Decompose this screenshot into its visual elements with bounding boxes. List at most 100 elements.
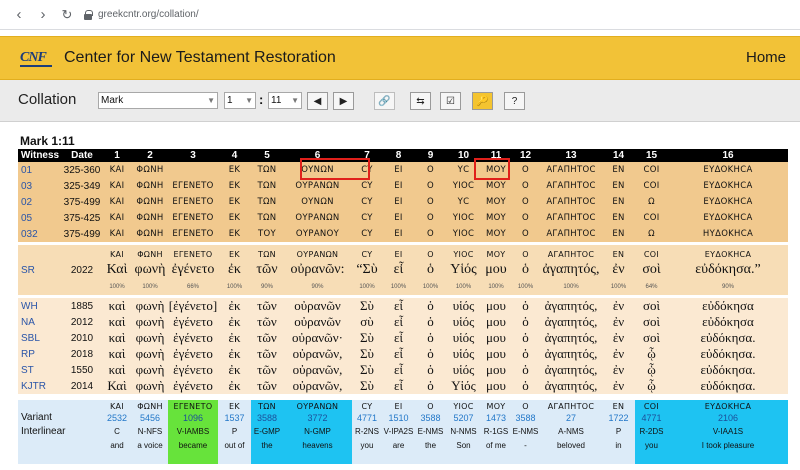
manuscript-word[interactable]: ΕΝ [602,162,635,178]
manuscript-word[interactable]: ΑΓΑΠΗΤΟC [540,210,602,226]
manuscript-word[interactable]: ΦΩΝΗ [132,210,168,226]
variant-uncial-word[interactable]: CY [352,401,382,412]
edition-word[interactable]: ἐκ [218,330,251,346]
edition-word[interactable]: ἀγαπητός, [540,362,602,378]
sr-greek-word[interactable]: Καὶ [102,261,132,279]
edition-word[interactable]: μου [481,378,511,394]
edition-word[interactable]: μου [481,314,511,330]
manuscript-word[interactable]: ΜΟΥ [481,178,511,194]
variant-uncial-word[interactable]: COI [635,401,668,412]
variant-uncial-word[interactable]: ΕΚ [218,401,251,412]
edition-word[interactable]: εἶ [382,346,415,362]
edition-word[interactable]: οὐρανῶν, [283,346,352,362]
sr-uncial-word[interactable]: ΤΩΝ [251,247,283,261]
forward-icon[interactable]: › [32,4,54,26]
edition-word[interactable]: τῶν [251,298,283,314]
sr-uncial-word[interactable]: ΕΚ [218,247,251,261]
manuscript-word[interactable] [168,162,218,178]
manuscript-word[interactable]: ΕΓΕΝΕΤΟ [168,178,218,194]
manuscript-word[interactable]: ΑΓΑΠΗΤΟC [540,178,602,194]
edition-word[interactable]: ὁ [415,330,446,346]
edition-word[interactable]: ἐκ [218,378,251,394]
manuscript-word[interactable]: ΤΩΝ [251,210,283,226]
edition-word[interactable]: ἀγαπητός, [540,314,602,330]
sr-greek-word[interactable]: σοὶ [635,261,668,279]
logo[interactable]: CNF [20,50,52,67]
edition-word[interactable]: ὁ [511,362,540,378]
manuscript-word[interactable]: ΤΩΝ [251,194,283,210]
manuscript-word[interactable]: ΕΥΔΟΚΗCΑ [668,194,788,210]
edition-word[interactable]: μου [481,298,511,314]
sr-greek-word[interactable]: ἐκ [218,261,251,279]
witness-link[interactable]: ST [18,362,62,378]
witness-link[interactable]: 05 [18,210,62,226]
edition-word[interactable]: ὁ [415,298,446,314]
sr-greek-word[interactable]: εἶ [382,261,415,279]
edition-word[interactable]: υἱός [446,314,481,330]
manuscript-word[interactable]: ΕΚ [218,162,251,178]
edition-word[interactable]: εὐδόκησα [668,298,788,314]
manuscript-word[interactable]: ΦΩΝΗ [132,162,168,178]
manuscript-word[interactable]: ΚΑΙ [102,162,132,178]
manuscript-word[interactable]: COI [635,162,668,178]
sr-uncial-word[interactable]: ΜΟΥ [481,247,511,261]
edition-word[interactable]: ὁ [511,346,540,362]
strongs-number[interactable]: 3588 [511,412,540,424]
sr-uncial-word[interactable]: Ο [511,247,540,261]
manuscript-word[interactable]: Ω [635,194,668,210]
strongs-number[interactable]: 3588 [415,412,446,424]
manuscript-word[interactable]: Ο [415,194,446,210]
manuscript-word[interactable]: Ο [511,226,540,242]
manuscript-word[interactable]: Ο [415,162,446,178]
edition-word[interactable]: ἐκ [218,346,251,362]
manuscript-word[interactable]: Ο [415,178,446,194]
sr-greek-word[interactable]: ἐγένετο [168,261,218,279]
witness-link[interactable]: KJTR [18,378,62,394]
witness-link[interactable]: SBL [18,330,62,346]
edition-word[interactable]: εὐδόκησα. [668,362,788,378]
manuscript-word[interactable]: ΟΥΡΑΝΟΥ [283,226,352,242]
edition-word[interactable]: ἀγαπητός, [540,346,602,362]
manuscript-word[interactable]: ΕΥΔΟΚΗCΑ [668,210,788,226]
manuscript-word[interactable]: ΚΑΙ [102,226,132,242]
manuscript-word[interactable]: ΜΟΥ [481,194,511,210]
manuscript-word[interactable]: ΕΙ [382,178,415,194]
manuscript-word[interactable]: ΥΙΟC [446,210,481,226]
edition-word[interactable]: Καὶ [102,378,132,394]
manuscript-word[interactable]: ΟΥΝΩΝ [283,194,352,210]
edition-word[interactable]: καὶ [102,362,132,378]
manuscript-word[interactable]: ΕΓΕΝΕΤΟ [168,210,218,226]
sr-greek-word[interactable]: Υἱός [446,261,481,279]
variant-uncial-word[interactable]: ΟΥΡΑΝΩΝ [283,401,352,412]
edition-word[interactable]: τῶν [251,314,283,330]
witness-link[interactable]: RP [18,346,62,362]
edition-word[interactable]: Σὺ [352,346,382,362]
edition-word[interactable]: εἶ [382,330,415,346]
strongs-number[interactable]: 27 [540,412,602,424]
witness-link[interactable]: 03 [18,178,62,194]
manuscript-word[interactable]: CY [352,210,382,226]
variant-uncial-word[interactable]: Ο [415,401,446,412]
manuscript-word[interactable]: ΕΝ [602,194,635,210]
manuscript-word[interactable]: ΕΙ [382,210,415,226]
edition-word[interactable]: ἀγαπητός, [540,378,602,394]
manuscript-word[interactable]: ΟΥΡΑΝΩΝ [283,178,352,194]
manuscript-word[interactable]: Ο [511,162,540,178]
manuscript-word[interactable]: ΕΚ [218,210,251,226]
variant-uncial-word[interactable]: ΕΓΕΝΕΤΟ [168,401,218,412]
edition-word[interactable]: ἐν [602,346,635,362]
edition-word[interactable]: εὐδόκησα. [668,330,788,346]
manuscript-word[interactable]: CY [352,194,382,210]
edition-word[interactable]: σοὶ [635,314,668,330]
edition-word[interactable]: ὁ [511,314,540,330]
sr-uncial-word[interactable]: ΚΑΙ [102,247,132,261]
strongs-number[interactable]: 4771 [635,412,668,424]
edition-word[interactable]: εἶ [382,378,415,394]
edition-word[interactable]: Σὺ [352,330,382,346]
edition-word[interactable]: εὐδόκησα [668,314,788,330]
sr-uncial-word[interactable]: Ο [415,247,446,261]
manuscript-word[interactable]: ΤΩΝ [251,178,283,194]
sr-greek-word[interactable]: ἐν [602,261,635,279]
edition-word[interactable]: υἱός [446,298,481,314]
edition-word[interactable]: εἶ [382,314,415,330]
